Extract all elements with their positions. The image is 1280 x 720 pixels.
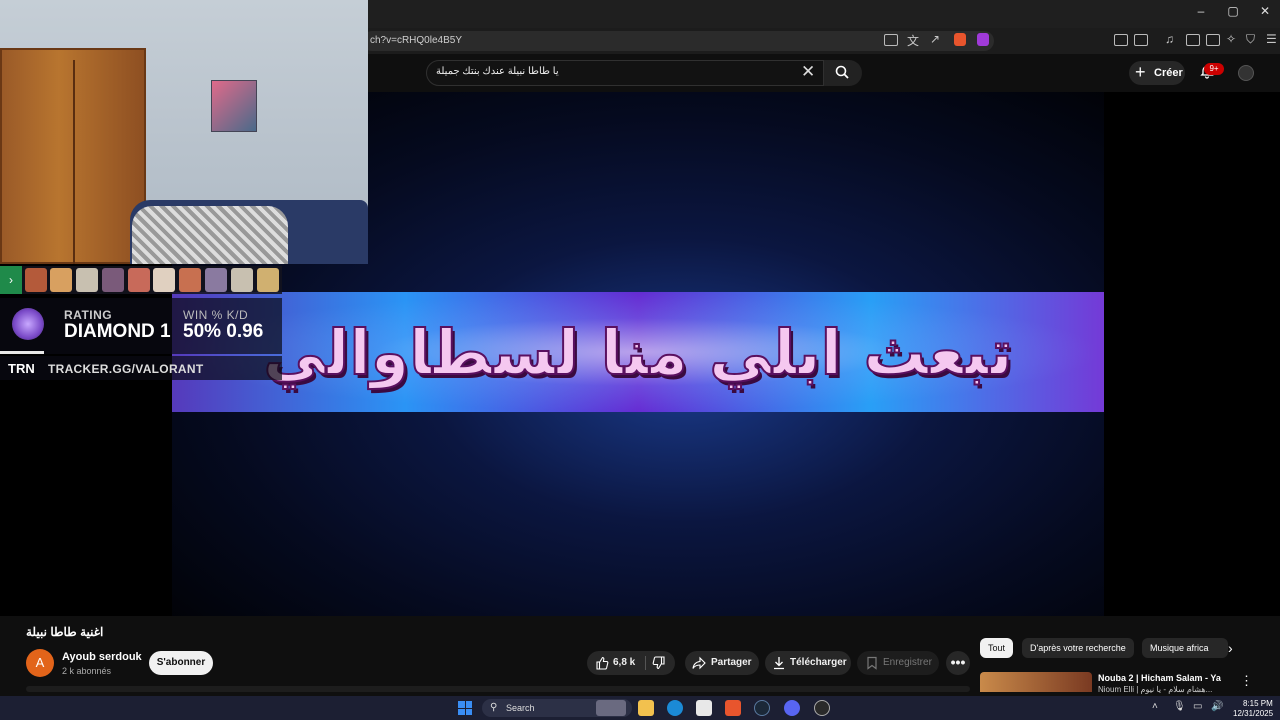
agent-portrait <box>205 268 227 292</box>
bookmark-icon <box>867 656 877 670</box>
webcam-overlay <box>0 0 368 264</box>
network-icon[interactable]: ▭ <box>1193 701 1202 712</box>
like-dislike-divider <box>645 656 646 670</box>
channel-avatar[interactable]: A <box>26 649 54 677</box>
volume-icon[interactable]: 🔊 <box>1211 701 1223 712</box>
user-avatar[interactable] <box>1238 65 1254 81</box>
share-label: Partager <box>711 657 752 668</box>
search-highlight-icon <box>596 700 626 716</box>
webcam-blanket <box>132 206 288 264</box>
chip-african-music[interactable]: Musique africa <box>1142 638 1228 658</box>
translate-icon[interactable]: 文 <box>907 32 919 49</box>
download-icon <box>774 657 784 670</box>
store-icon[interactable] <box>696 700 712 716</box>
agents-chevron-icon: › <box>0 266 22 294</box>
winrate-kd-value: 50% 0.96 <box>183 321 264 342</box>
vpn-shield-icon[interactable]: ⛉ <box>1246 32 1255 47</box>
taskbar-search-icon: ⚲ <box>490 702 498 713</box>
edge-icon[interactable] <box>667 700 683 716</box>
recommendation-subtitle: Nioum Elli | هشام سلام - يا نيوم... <box>1098 685 1213 694</box>
menu-icon[interactable]: ☰ <box>1266 32 1277 46</box>
download-label: Télécharger <box>790 657 847 668</box>
video-overlay-text: تبعث ابلي منا لسطاوالي <box>262 315 1013 390</box>
minimize-button[interactable]: – <box>1194 4 1208 18</box>
microphone-icon[interactable]: 🎙 <box>1173 701 1186 712</box>
chevron-right-icon[interactable]: › <box>1228 640 1233 656</box>
share-icon <box>692 656 706 670</box>
create-label: Créer <box>1154 67 1183 79</box>
rating-value: DIAMOND 1 <box>64 321 171 342</box>
share-page-icon[interactable]: ↗ <box>930 32 940 46</box>
plus-icon: + <box>1135 62 1146 82</box>
trn-logo: TRN <box>8 361 35 376</box>
steam-icon[interactable] <box>754 700 770 716</box>
window-controls: – ▢ ✕ <box>1194 4 1272 18</box>
channel-name[interactable]: Ayoub serdouk <box>62 651 142 663</box>
media-icon[interactable]: ♫ <box>1165 32 1174 46</box>
agent-portrait <box>153 268 175 292</box>
save-label: Enregistrer <box>883 657 932 668</box>
search-icon <box>835 65 849 79</box>
address-bar-url: ch?v=cRHQ0le4B5Y <box>370 35 462 46</box>
extensions-icon[interactable] <box>1114 34 1128 46</box>
rating-label: RATING <box>64 308 113 322</box>
recommendation-title[interactable]: Nouba 2 | Hicham Salam - Ya <box>1098 673 1221 683</box>
video-title: اغنية طاطا نبيلة <box>26 625 104 639</box>
webcam-wardrobe-door <box>73 60 75 264</box>
taskbar-search-label: Search <box>506 703 535 713</box>
brave-icon[interactable] <box>725 700 741 716</box>
wallet-icon[interactable] <box>1206 34 1220 46</box>
clear-search-icon[interactable]: ✕ <box>801 62 815 82</box>
maximize-button[interactable]: ▢ <box>1226 4 1240 18</box>
agent-portrait <box>50 268 72 292</box>
agent-portrait <box>128 268 150 292</box>
winrate-kd-label: WIN % K/D <box>183 308 249 322</box>
leo-ai-icon[interactable]: ✧ <box>1226 32 1236 46</box>
search-query-text: يا طاطا نبيلة عندك بنتك جميلة <box>436 66 559 77</box>
notification-badge: 9+ <box>1204 63 1224 75</box>
agent-portrait <box>257 268 279 292</box>
close-window-button[interactable]: ✕ <box>1258 4 1272 18</box>
clock-date[interactable]: 12/31/2025 <box>1233 709 1273 718</box>
channel-subscribers: 2 k abonnés <box>62 666 112 676</box>
tab-manager-icon[interactable] <box>1134 34 1148 46</box>
thumbs-up-icon <box>596 656 609 670</box>
webcam-poster <box>211 80 257 132</box>
obs-icon[interactable] <box>814 700 830 716</box>
agent-portrait <box>102 268 124 292</box>
chip-from-search[interactable]: D'après votre recherche <box>1022 638 1134 658</box>
recommendation-more-icon[interactable]: ⋮ <box>1240 673 1253 689</box>
discord-icon[interactable] <box>784 700 800 716</box>
agent-portrait <box>25 268 47 292</box>
tracker-url: TRACKER.GG/VALORANT <box>48 362 204 376</box>
more-actions-icon: ••• <box>950 654 966 670</box>
recommendation-thumbnail[interactable] <box>980 672 1092 692</box>
windows-start-icon[interactable] <box>458 701 472 715</box>
agent-portrait <box>231 268 253 292</box>
agent-portrait <box>76 268 98 292</box>
chip-all[interactable]: Tout <box>980 638 1014 658</box>
like-count: 6,8 k <box>613 657 636 668</box>
brave-rewards-icon[interactable] <box>977 33 989 46</box>
cast-icon[interactable] <box>884 34 898 46</box>
file-explorer-icon[interactable] <box>638 700 654 716</box>
description-box[interactable] <box>26 686 970 692</box>
clock-time[interactable]: 8:15 PM <box>1243 699 1273 708</box>
thumbs-down-icon[interactable] <box>652 656 666 670</box>
rating-progress <box>0 351 44 354</box>
brave-shield-icon[interactable] <box>954 33 966 46</box>
diamond-rank-icon <box>12 308 44 340</box>
agent-portrait <box>179 268 201 292</box>
tray-chevron-icon[interactable]: ˄ <box>1152 701 1158 712</box>
subscribe-button[interactable]: S'abonner <box>149 651 213 675</box>
sidebar-icon[interactable] <box>1186 34 1200 46</box>
